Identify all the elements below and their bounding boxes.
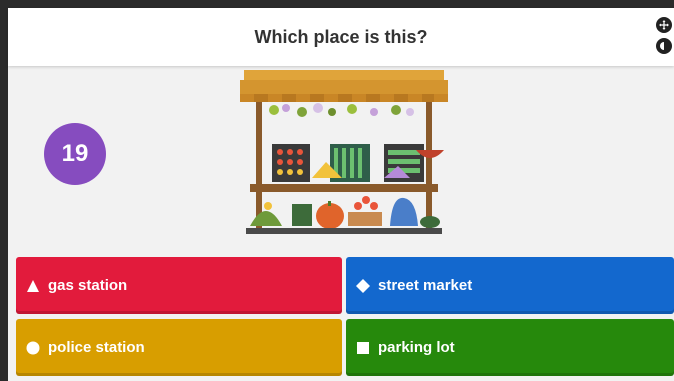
diamond-icon (356, 278, 370, 293)
question-title: Which place is this? (254, 26, 428, 47)
volume-icon[interactable] (656, 38, 672, 54)
answer-police-station[interactable]: police station (16, 319, 342, 376)
answer-label: street market (378, 277, 473, 294)
answer-gas-station[interactable]: gas station (16, 257, 342, 314)
quiz-frame: Which place is this? 19 gas station stre… (8, 8, 674, 381)
answer-label: parking lot (378, 339, 455, 356)
move-icon[interactable] (656, 17, 672, 33)
question-header: Which place is this? (8, 8, 674, 66)
timer-badge: 19 (44, 123, 106, 185)
street-market-stall-illustration (234, 66, 454, 246)
answer-label: gas station (48, 277, 128, 294)
answer-parking-lot[interactable]: parking lot (346, 319, 674, 376)
square-icon (356, 341, 370, 355)
answer-street-market[interactable]: street market (346, 257, 674, 314)
triangle-icon (26, 279, 40, 293)
circle-icon (26, 341, 40, 355)
answer-label: police station (48, 339, 145, 356)
